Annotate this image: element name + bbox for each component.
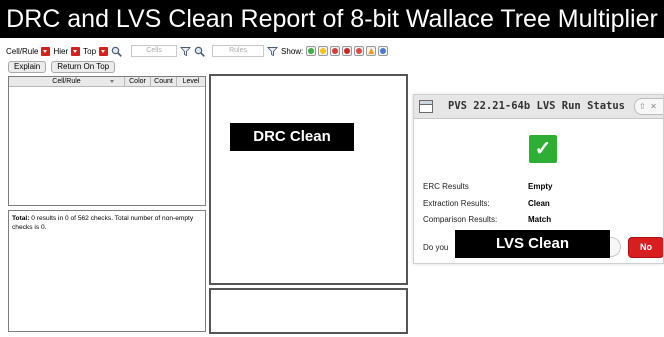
sort-arrow-icon: [110, 80, 114, 83]
show-filter-toggles: [306, 46, 389, 56]
result-label: Comparison Results:: [423, 215, 498, 224]
drc-toolbar: Cell/Rule Hier Top Cells Rules Show:: [6, 44, 389, 58]
summary-total-label: Total:: [12, 215, 30, 222]
drc-summary-panel: Total: 0 results in 0 of 562 checks. Tot…: [8, 210, 206, 332]
collapse-icon[interactable]: ⇧: [639, 102, 646, 111]
show-error-icon[interactable]: [330, 46, 341, 56]
window-icon: [419, 100, 433, 113]
check-icon: ✓: [529, 135, 557, 163]
rule-search-icon[interactable]: [194, 46, 205, 57]
column-header-cell-rule[interactable]: Cell/Rule: [9, 77, 125, 86]
no-button[interactable]: No: [628, 237, 663, 258]
lvs-window-title: PVS 22.21-64b LVS Run Status: [448, 100, 626, 112]
rules-filter-input[interactable]: Rules: [212, 45, 265, 57]
column-label: Cell/Rule: [52, 78, 81, 85]
return-on-top-button[interactable]: Return On Top: [51, 61, 116, 73]
cells-filter-input[interactable]: Cells: [131, 45, 178, 57]
show-yellow-icon[interactable]: [318, 46, 329, 56]
cell-rule-label: Cell/Rule: [6, 46, 39, 56]
drc-clean-label: DRC Clean: [230, 123, 354, 151]
drc-layout-canvas[interactable]: [209, 74, 408, 285]
cell-rule-dropdown-icon[interactable]: [41, 46, 51, 56]
column-header-color[interactable]: Color: [125, 77, 151, 86]
top-dropdown-icon[interactable]: [99, 46, 109, 56]
table-header: Cell/Rule Color Count Level: [9, 77, 205, 87]
show-info-icon[interactable]: [378, 46, 389, 56]
result-value: Empty: [528, 182, 553, 191]
hier-label: Hier: [53, 46, 69, 56]
hier-dropdown-icon[interactable]: [71, 46, 81, 56]
result-label: Extraction Results:: [423, 199, 490, 208]
drc-action-bar: Explain Return On Top: [8, 61, 116, 73]
lvs-prompt-text: Do you: [423, 243, 449, 252]
window-controls[interactable]: ⇧ ✕: [634, 98, 663, 115]
explain-button[interactable]: Explain: [8, 61, 47, 73]
cell-search-icon[interactable]: [111, 46, 122, 57]
column-header-level[interactable]: Level: [177, 77, 205, 86]
lvs-title-bar[interactable]: PVS 22.21-64b LVS Run Status ⇧ ✕: [414, 95, 663, 119]
top-label: Top: [83, 46, 97, 56]
rules-filter-icon[interactable]: [267, 46, 279, 57]
result-value: Clean: [528, 199, 550, 208]
page-title-banner: DRC and LVS Clean Report of 8-bit Wallac…: [0, 0, 664, 38]
result-label: ERC Results: [423, 182, 469, 191]
close-icon[interactable]: ✕: [650, 102, 657, 111]
result-value: Match: [528, 215, 552, 224]
show-stop-icon[interactable]: [342, 46, 353, 56]
show-label: Show:: [281, 46, 304, 56]
screenshot-root: DRC and LVS Clean Report of 8-bit Wallac…: [0, 0, 664, 337]
show-cancel-icon[interactable]: [354, 46, 365, 56]
show-green-icon[interactable]: [306, 46, 317, 56]
summary-text: 0 results in 0 of 562 checks. Total numb…: [12, 215, 194, 231]
drc-detail-canvas[interactable]: [209, 288, 408, 334]
column-header-count[interactable]: Count: [151, 77, 177, 86]
drc-results-table[interactable]: Cell/Rule Color Count Level: [8, 76, 206, 206]
cells-filter-icon[interactable]: [180, 46, 192, 57]
show-warning-icon[interactable]: [366, 46, 377, 56]
lvs-clean-label: LVS Clean: [455, 230, 610, 258]
